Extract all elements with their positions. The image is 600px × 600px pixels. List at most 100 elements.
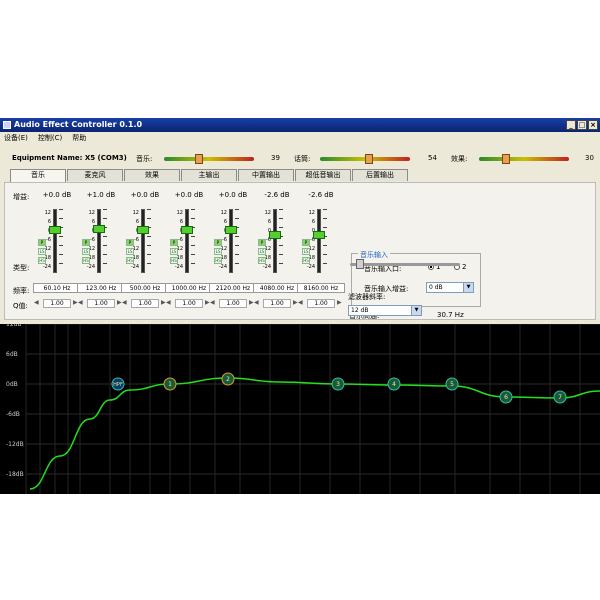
q-decrement-icon[interactable]: ◀ <box>254 299 259 306</box>
band-q-stepper[interactable]: ◀ 1.00 ▶ <box>33 298 81 309</box>
band-q-value[interactable]: 1.00 <box>219 299 247 308</box>
band-q-value[interactable]: 1.00 <box>131 299 159 308</box>
fader-tick-label: -24 <box>262 264 271 270</box>
minimize-button[interactable]: _ <box>566 120 576 130</box>
music-input-gain-select[interactable]: 0 dB ▼ <box>426 282 474 293</box>
q-decrement-icon[interactable]: ◀ <box>166 299 171 306</box>
menu-device[interactable]: 设备(E) <box>4 132 28 144</box>
type-highshelf-icon[interactable]: HS <box>170 257 178 264</box>
fader-track[interactable] <box>141 209 145 273</box>
music-volume-thumb[interactable] <box>195 154 204 164</box>
music-volume-label: 音乐: <box>136 155 153 163</box>
tab-music[interactable]: 音乐 <box>10 169 66 182</box>
q-decrement-icon[interactable]: ◀ <box>122 299 127 306</box>
fader-tick-label: 12 <box>308 210 315 216</box>
type-peak-icon[interactable]: P <box>126 239 134 246</box>
graph-y-label: 6dB <box>6 351 18 358</box>
band-gain-value: +0.0 dB <box>42 191 72 199</box>
band-q-stepper[interactable]: ◀ 1.00 ▶ <box>209 298 257 309</box>
band-q-stepper[interactable]: ◀ 1.00 ▶ <box>297 298 345 309</box>
type-peak-icon[interactable]: P <box>214 239 222 246</box>
fader-track[interactable] <box>229 209 233 273</box>
type-lowshelf-icon[interactable]: LS <box>82 248 90 255</box>
type-peak-icon[interactable]: P <box>170 239 178 246</box>
fader-track[interactable] <box>97 209 101 273</box>
fader-track[interactable] <box>185 209 189 273</box>
type-lowshelf-icon[interactable]: LS <box>126 248 134 255</box>
type-lowshelf-icon[interactable]: LS <box>38 248 46 255</box>
q-decrement-icon[interactable]: ◀ <box>210 299 215 306</box>
band-frequency-field[interactable]: 123.00 Hz <box>77 283 125 293</box>
type-highshelf-icon[interactable]: HS <box>126 257 134 264</box>
band-frequency-field[interactable]: 60.10 Hz <box>33 283 81 293</box>
graph-y-label: 12dB <box>6 324 22 328</box>
type-highshelf-icon[interactable]: HS <box>82 257 90 264</box>
close-button[interactable]: × <box>588 120 598 130</box>
type-highshelf-icon[interactable]: HS <box>258 257 266 264</box>
tab-effect[interactable]: 效果 <box>124 169 180 181</box>
q-decrement-icon[interactable]: ◀ <box>298 299 303 306</box>
mic-volume-slider[interactable] <box>320 154 410 164</box>
fader-tick-label: 12 <box>176 210 183 216</box>
fader-knob[interactable] <box>93 224 105 233</box>
band-q-value[interactable]: 1.00 <box>307 299 335 308</box>
type-lowshelf-icon[interactable]: LS <box>258 248 266 255</box>
eq-band-node-label: 3 <box>336 381 340 388</box>
highpass-slider[interactable] <box>350 259 460 269</box>
mic-volume-thumb[interactable] <box>364 154 373 164</box>
device-row: Equipment Name: X5 (COM3) 音乐: 39 话筒: 54 … <box>0 152 600 166</box>
fader-knob[interactable] <box>49 226 61 235</box>
app-window: Audio Effect Controller 0.1.0 _ □ × 设备(E… <box>0 118 600 494</box>
fader-knob[interactable] <box>137 226 149 235</box>
filter-slope-label: 滤波器斜率: <box>348 293 386 301</box>
tab-subwoofer-output[interactable]: 超低音输出 <box>295 169 351 181</box>
tab-rear-output[interactable]: 后置输出 <box>352 169 408 181</box>
fader-tick-label: -24 <box>174 264 183 270</box>
band-frequency-field[interactable]: 2120.00 Hz <box>209 283 257 293</box>
band-frequency-field[interactable]: 8160.00 Hz <box>297 283 345 293</box>
band-q-stepper[interactable]: ◀ 1.00 ▶ <box>121 298 169 309</box>
tab-main-output[interactable]: 主输出 <box>181 169 237 181</box>
band-gain-value: +0.0 dB <box>218 191 248 199</box>
effect-volume-thumb[interactable] <box>502 154 510 164</box>
band-frequency-field[interactable]: 4080.00 Hz <box>253 283 301 293</box>
band-q-stepper[interactable]: ◀ 1.00 ▶ <box>253 298 301 309</box>
effect-volume-slider[interactable] <box>479 154 569 164</box>
fader-track[interactable] <box>53 209 57 273</box>
band-q-stepper[interactable]: ◀ 1.00 ▶ <box>165 298 213 309</box>
type-lowshelf-icon[interactable]: LS <box>302 248 310 255</box>
filter-slope-select[interactable]: 12 dB ▼ <box>348 305 422 316</box>
menu-control[interactable]: 控制(C) <box>38 132 62 144</box>
menu-help[interactable]: 帮助 <box>72 132 86 144</box>
fader-track[interactable] <box>273 209 277 273</box>
tab-center-output[interactable]: 中置输出 <box>238 169 294 181</box>
band-q-stepper[interactable]: ◀ 1.00 ▶ <box>77 298 125 309</box>
type-peak-icon[interactable]: P <box>302 239 310 246</box>
band-q-value[interactable]: 1.00 <box>175 299 203 308</box>
band-q-value[interactable]: 1.00 <box>263 299 291 308</box>
type-peak-icon[interactable]: P <box>82 239 90 246</box>
band-frequency-field[interactable]: 1000.00 Hz <box>165 283 213 293</box>
type-highshelf-icon[interactable]: HS <box>38 257 46 264</box>
maximize-button[interactable]: □ <box>577 120 587 130</box>
type-highshelf-icon[interactable]: HS <box>302 257 310 264</box>
fader-track[interactable] <box>317 209 321 273</box>
fader-knob[interactable] <box>269 230 281 239</box>
tab-microphone[interactable]: 麦克风 <box>67 169 123 181</box>
type-peak-icon[interactable]: P <box>258 239 266 246</box>
type-lowshelf-icon[interactable]: LS <box>170 248 178 255</box>
band-q-value[interactable]: 1.00 <box>43 299 71 308</box>
fader-knob[interactable] <box>313 230 325 239</box>
music-volume-slider[interactable] <box>164 154 254 164</box>
type-highshelf-icon[interactable]: HS <box>214 257 222 264</box>
q-decrement-icon[interactable]: ◀ <box>34 299 39 306</box>
q-decrement-icon[interactable]: ◀ <box>78 299 83 306</box>
band-q-value[interactable]: 1.00 <box>87 299 115 308</box>
q-increment-icon[interactable]: ▶ <box>337 299 342 306</box>
fader-knob[interactable] <box>181 226 193 235</box>
fader-knob[interactable] <box>225 226 237 235</box>
band-frequency-field[interactable]: 500.00 Hz <box>121 283 169 293</box>
type-peak-icon[interactable]: P <box>38 239 46 246</box>
highpass-thumb[interactable] <box>355 259 364 269</box>
type-lowshelf-icon[interactable]: LS <box>214 248 222 255</box>
